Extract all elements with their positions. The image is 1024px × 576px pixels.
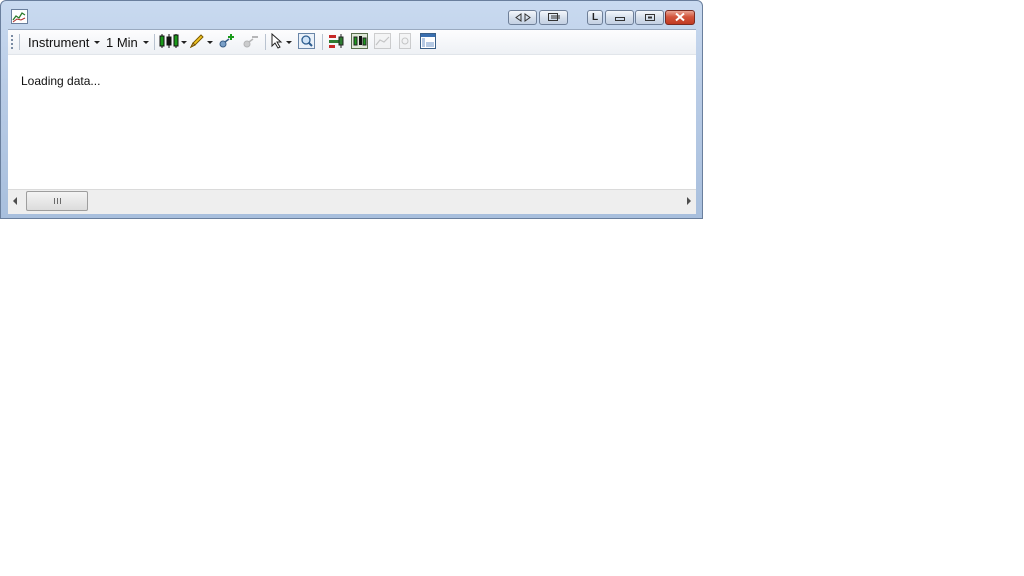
maximize-icon [644, 11, 656, 25]
cursor-mode-button[interactable] [270, 32, 292, 52]
minimize-icon [614, 11, 626, 25]
add-indicator-icon [218, 33, 235, 52]
title-bar[interactable]: L [1, 1, 702, 30]
strategies-button[interactable] [328, 33, 345, 51]
chart-style-button[interactable] [159, 33, 187, 51]
grip-line [53, 198, 55, 204]
chart-properties-button[interactable] [374, 32, 391, 52]
chart-properties-icon [374, 32, 391, 52]
minimize-button[interactable] [605, 10, 634, 25]
maximize-button[interactable] [635, 10, 664, 25]
drawing-tool-button[interactable] [189, 33, 213, 51]
data-box-button[interactable] [398, 32, 412, 52]
instrument-dropdown[interactable]: Instrument [28, 33, 101, 51]
window-link-icon [547, 11, 561, 25]
interval-dropdown[interactable]: 1 Min [106, 33, 149, 51]
data-box-icon [398, 32, 412, 52]
horizontal-scrollbar[interactable] [8, 189, 696, 214]
link-button-label: L [591, 12, 599, 23]
chevron-down-icon [286, 40, 292, 44]
indicators-button[interactable] [351, 32, 368, 52]
chart-toolbar: Instrument 1 Min [8, 30, 696, 55]
toolbar-separator [19, 34, 20, 50]
close-icon [674, 11, 686, 25]
indicator-chart-icon [351, 32, 368, 52]
candlestick-icon [159, 33, 179, 52]
chart-panel: Instrument 1 Min Loading data... [8, 29, 696, 214]
panel-layout-icon [420, 32, 436, 52]
chevron-down-icon [181, 40, 187, 44]
toolbar-grip[interactable] [11, 35, 13, 49]
scroll-left-icon[interactable] [13, 197, 17, 205]
popout-button[interactable] [539, 10, 568, 25]
cursor-icon [270, 32, 284, 52]
close-button[interactable] [665, 10, 695, 25]
toolbar-separator [154, 34, 155, 50]
scroll-right-icon[interactable] [687, 197, 691, 205]
remove-indicator-button[interactable] [242, 33, 259, 51]
strategy-bars-icon [328, 33, 345, 52]
chart-window: L Instrument 1 Min Loading data... [0, 0, 703, 219]
remove-indicator-icon [242, 33, 259, 52]
grip-line [59, 198, 61, 204]
link-button[interactable]: L [587, 10, 603, 25]
panel-layout-button[interactable] [420, 32, 436, 52]
left-right-arrows-icon [514, 11, 531, 25]
toolbar-separator [322, 34, 323, 50]
zoom-button[interactable] [298, 32, 315, 52]
chevron-down-icon [94, 40, 101, 44]
chevron-down-icon [207, 40, 213, 44]
chart-area[interactable]: Loading data... [8, 55, 696, 189]
interval-label: 1 Min [106, 34, 138, 50]
chevron-down-icon [142, 40, 149, 44]
pencil-icon [189, 33, 205, 52]
grip-line [56, 198, 58, 204]
loading-status-text: Loading data... [21, 74, 101, 88]
chart-icon [11, 9, 28, 24]
toolbar-separator [265, 34, 266, 50]
instrument-label: Instrument [28, 34, 90, 50]
scrollbar-thumb[interactable] [26, 191, 88, 211]
sync-button[interactable] [508, 10, 537, 25]
add-indicator-button[interactable] [218, 33, 235, 51]
magnifier-icon [298, 32, 315, 52]
